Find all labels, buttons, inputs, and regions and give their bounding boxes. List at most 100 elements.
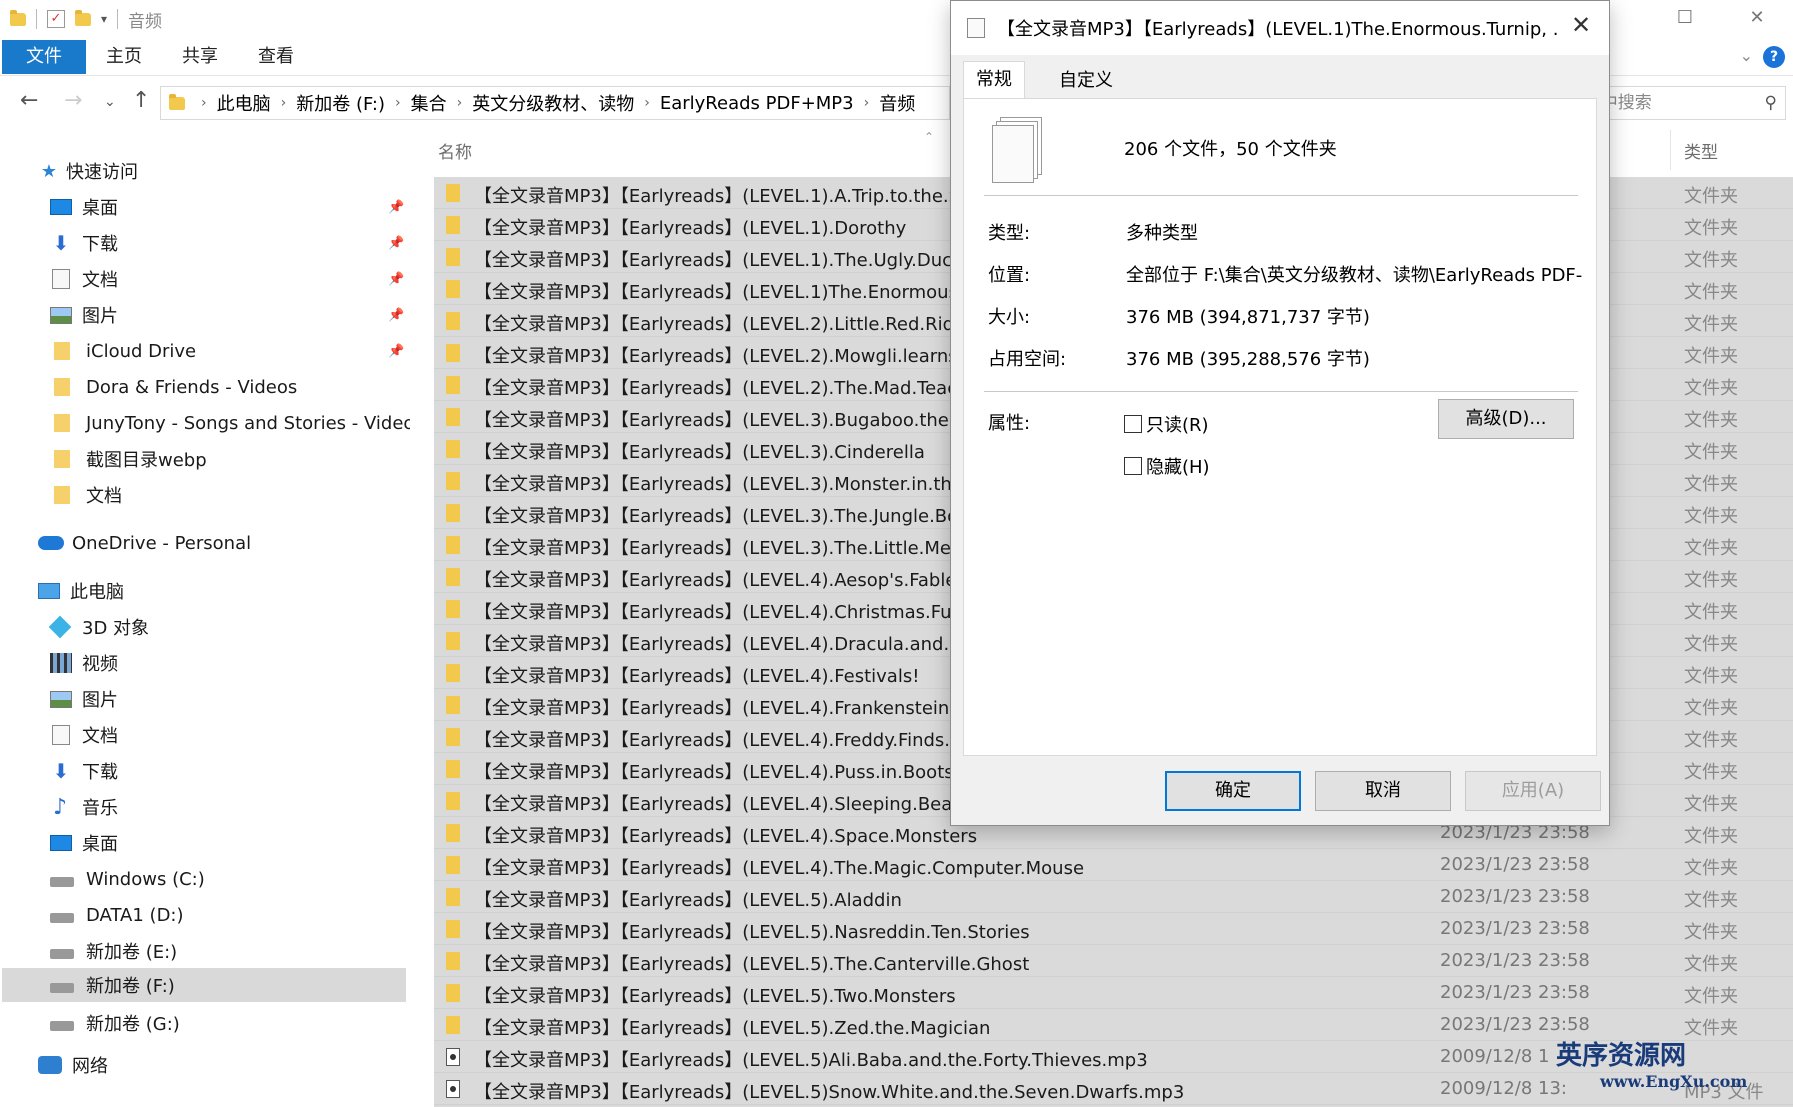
search-input[interactable]: 在 音频 中搜索 ⚲ <box>1600 86 1786 120</box>
nav-drive-g[interactable]: 新加卷 (G:) <box>50 1006 410 1040</box>
ribbon-expand-icon[interactable]: ⌄ <box>1740 46 1753 65</box>
back-arrow-icon[interactable]: ← <box>20 88 38 113</box>
readonly-checkbox[interactable]: 只读(R) <box>1124 411 1209 437</box>
nav-pc-downloads[interactable]: ⬇ 下载 <box>50 754 410 788</box>
recent-locations-icon[interactable]: ⌄ <box>104 94 116 110</box>
nav-pc-desktop[interactable]: 桌面 <box>50 826 410 860</box>
nav-pc-pictures[interactable]: 图片 <box>50 682 410 716</box>
nav-3d-objects[interactable]: 3D 对象 <box>48 610 410 644</box>
cube-icon <box>48 615 72 639</box>
nav-label: 新加卷 (G:) <box>86 1014 180 1035</box>
ok-button[interactable]: 确定 <box>1165 771 1301 811</box>
breadcrumb-readers[interactable]: 英文分级教材、读物 <box>472 90 634 116</box>
nav-onedrive[interactable]: OneDrive - Personal <box>38 526 410 560</box>
readonly-label: 只读(R) <box>1146 415 1209 436</box>
nav-pc-documents[interactable]: 文档 <box>50 718 410 752</box>
table-row[interactable]: 【全文录音MP3】【Earlyreads】(LEVEL.5).Nasreddin… <box>434 913 1793 945</box>
folder-icon <box>446 504 460 522</box>
nav-drive-f[interactable]: 新加卷 (F:) <box>2 968 406 1002</box>
nav-drive-e[interactable]: 新加卷 (E:) <box>50 934 410 968</box>
nav-label: 网络 <box>72 1056 108 1077</box>
folder-icon <box>446 472 460 490</box>
file-type: 文件夹 <box>1684 346 1738 367</box>
checkbox-box[interactable] <box>1124 457 1142 475</box>
pin-icon[interactable]: 📌 <box>388 200 404 215</box>
file-type: 文件夹 <box>1684 762 1738 783</box>
column-divider[interactable] <box>1670 130 1671 170</box>
chevron-right-icon[interactable]: › <box>281 95 287 111</box>
tab-file[interactable]: 文件 <box>2 40 86 74</box>
navigation-pane: ★ 快速访问 桌面 📌 ⬇ 下载 📌 文档 📌 图片 📌 iCloud Driv… <box>0 150 410 1107</box>
new-folder-icon[interactable] <box>75 9 91 26</box>
nav-junytony[interactable]: JunyTony - Songs and Stories - Videos <box>50 406 410 440</box>
tab-custom[interactable]: 自定义 <box>1047 65 1125 99</box>
nav-documents[interactable]: 文档 📌 <box>50 262 410 296</box>
nav-screenshot-webp[interactable]: 截图目录webp <box>50 442 410 476</box>
pin-icon[interactable]: 📌 <box>388 344 404 359</box>
dialog-close-icon[interactable]: ✕ <box>1571 11 1591 39</box>
checkbox-box[interactable] <box>1124 415 1142 433</box>
file-name: 【全文录音MP3】【Earlyreads】(LEVEL.4).Freddy.Fi… <box>474 730 969 751</box>
nav-drive-d[interactable]: DATA1 (D:) <box>50 898 410 932</box>
table-row[interactable]: 【全文录音MP3】【Earlyreads】(LEVEL.4).The.Magic… <box>434 849 1793 881</box>
tab-view[interactable]: 查看 <box>240 40 312 74</box>
address-bar[interactable]: › 此电脑 › 新加卷 (F:) › 集合 › 英文分级教材、读物 › Earl… <box>160 86 950 120</box>
chevron-right-icon[interactable]: › <box>201 95 207 111</box>
nav-quick-access[interactable]: ★ 快速访问 <box>38 154 410 188</box>
music-note-icon: ♪ <box>52 794 68 820</box>
breadcrumb-audio[interactable]: 音频 <box>879 90 915 116</box>
pin-icon[interactable]: 📌 <box>388 236 404 251</box>
close-button[interactable]: ✕ <box>1726 0 1788 34</box>
maximize-button[interactable]: ☐ <box>1654 0 1716 34</box>
nav-drive-c[interactable]: Windows (C:) <box>50 862 410 896</box>
file-name: 【全文录音MP3】【Earlyreads】(LEVEL.3).Cinderell… <box>474 442 925 463</box>
apply-button[interactable]: 应用(A) <box>1465 771 1601 811</box>
nav-documents-2[interactable]: 文档 <box>50 478 410 512</box>
breadcrumb-collection[interactable]: 集合 <box>411 90 447 116</box>
help-icon[interactable]: ? <box>1763 46 1785 68</box>
nav-network[interactable]: 网络 <box>38 1048 410 1082</box>
file-type: 文件夹 <box>1684 666 1738 687</box>
chevron-right-icon[interactable]: › <box>864 95 870 111</box>
tab-general[interactable]: 常规 <box>963 61 1025 101</box>
table-row[interactable]: 【全文录音MP3】【Earlyreads】(LEVEL.5).Aladdin 20… <box>434 881 1793 913</box>
breadcrumb-this-pc[interactable]: 此电脑 <box>217 90 271 116</box>
table-row[interactable]: 【全文录音MP3】【Earlyreads】(LEVEL.5).The.Cante… <box>434 945 1793 977</box>
column-header-name[interactable]: 名称 <box>438 138 472 163</box>
properties-check-icon[interactable]: ✓ <box>47 10 65 28</box>
chevron-right-icon[interactable]: › <box>395 95 401 111</box>
nav-icloud-drive[interactable]: iCloud Drive 📌 <box>50 334 410 368</box>
search-icon[interactable]: ⚲ <box>1765 87 1777 119</box>
pin-icon[interactable]: 📌 <box>388 308 404 323</box>
nav-desktop[interactable]: 桌面 📌 <box>50 190 410 224</box>
up-arrow-icon[interactable]: ↑ <box>132 88 150 113</box>
chevron-right-icon[interactable]: › <box>457 95 463 111</box>
pin-icon[interactable]: 📌 <box>388 272 404 287</box>
breadcrumb-drive-f[interactable]: 新加卷 (F:) <box>296 90 385 116</box>
hidden-checkbox[interactable]: 隐藏(H) <box>1124 453 1210 479</box>
tab-home[interactable]: 主页 <box>88 40 160 74</box>
chevron-right-icon[interactable]: › <box>644 95 650 111</box>
nav-this-pc[interactable]: 此电脑 <box>38 574 410 608</box>
column-header-type[interactable]: 类型 <box>1684 138 1718 163</box>
qat-dropdown-icon[interactable]: ▾ <box>101 12 107 26</box>
table-row[interactable]: 【全文录音MP3】【Earlyreads】(LEVEL.5).Two.Monst… <box>434 977 1793 1009</box>
forward-arrow-icon[interactable]: → <box>64 88 82 113</box>
nav-downloads[interactable]: ⬇ 下载 📌 <box>50 226 410 260</box>
nav-label: 文档 <box>82 726 118 747</box>
nav-pictures[interactable]: 图片 📌 <box>50 298 410 332</box>
nav-music[interactable]: ♪ 音乐 <box>50 790 410 824</box>
table-row[interactable]: 【全文录音MP3】【Earlyreads】(LEVEL.5)Snow.White… <box>434 1073 1793 1105</box>
file-type: 文件夹 <box>1684 602 1738 623</box>
cancel-button[interactable]: 取消 <box>1315 771 1451 811</box>
file-date: 2023/1/23 23:58 <box>1440 982 1590 1003</box>
breadcrumb-earlyreads[interactable]: EarlyReads PDF+MP3 <box>660 93 854 114</box>
advanced-button[interactable]: 高级(D)... <box>1438 399 1574 439</box>
file-type: 文件夹 <box>1684 250 1738 271</box>
tab-share[interactable]: 共享 <box>164 40 236 74</box>
nav-videos[interactable]: 视频 <box>50 646 410 680</box>
file-type: 文件夹 <box>1684 634 1738 655</box>
folder-icon <box>10 9 26 26</box>
quick-access-toolbar: ✓ ▾ 音频 <box>10 6 162 32</box>
nav-dora-friends[interactable]: Dora & Friends - Videos <box>50 370 410 404</box>
